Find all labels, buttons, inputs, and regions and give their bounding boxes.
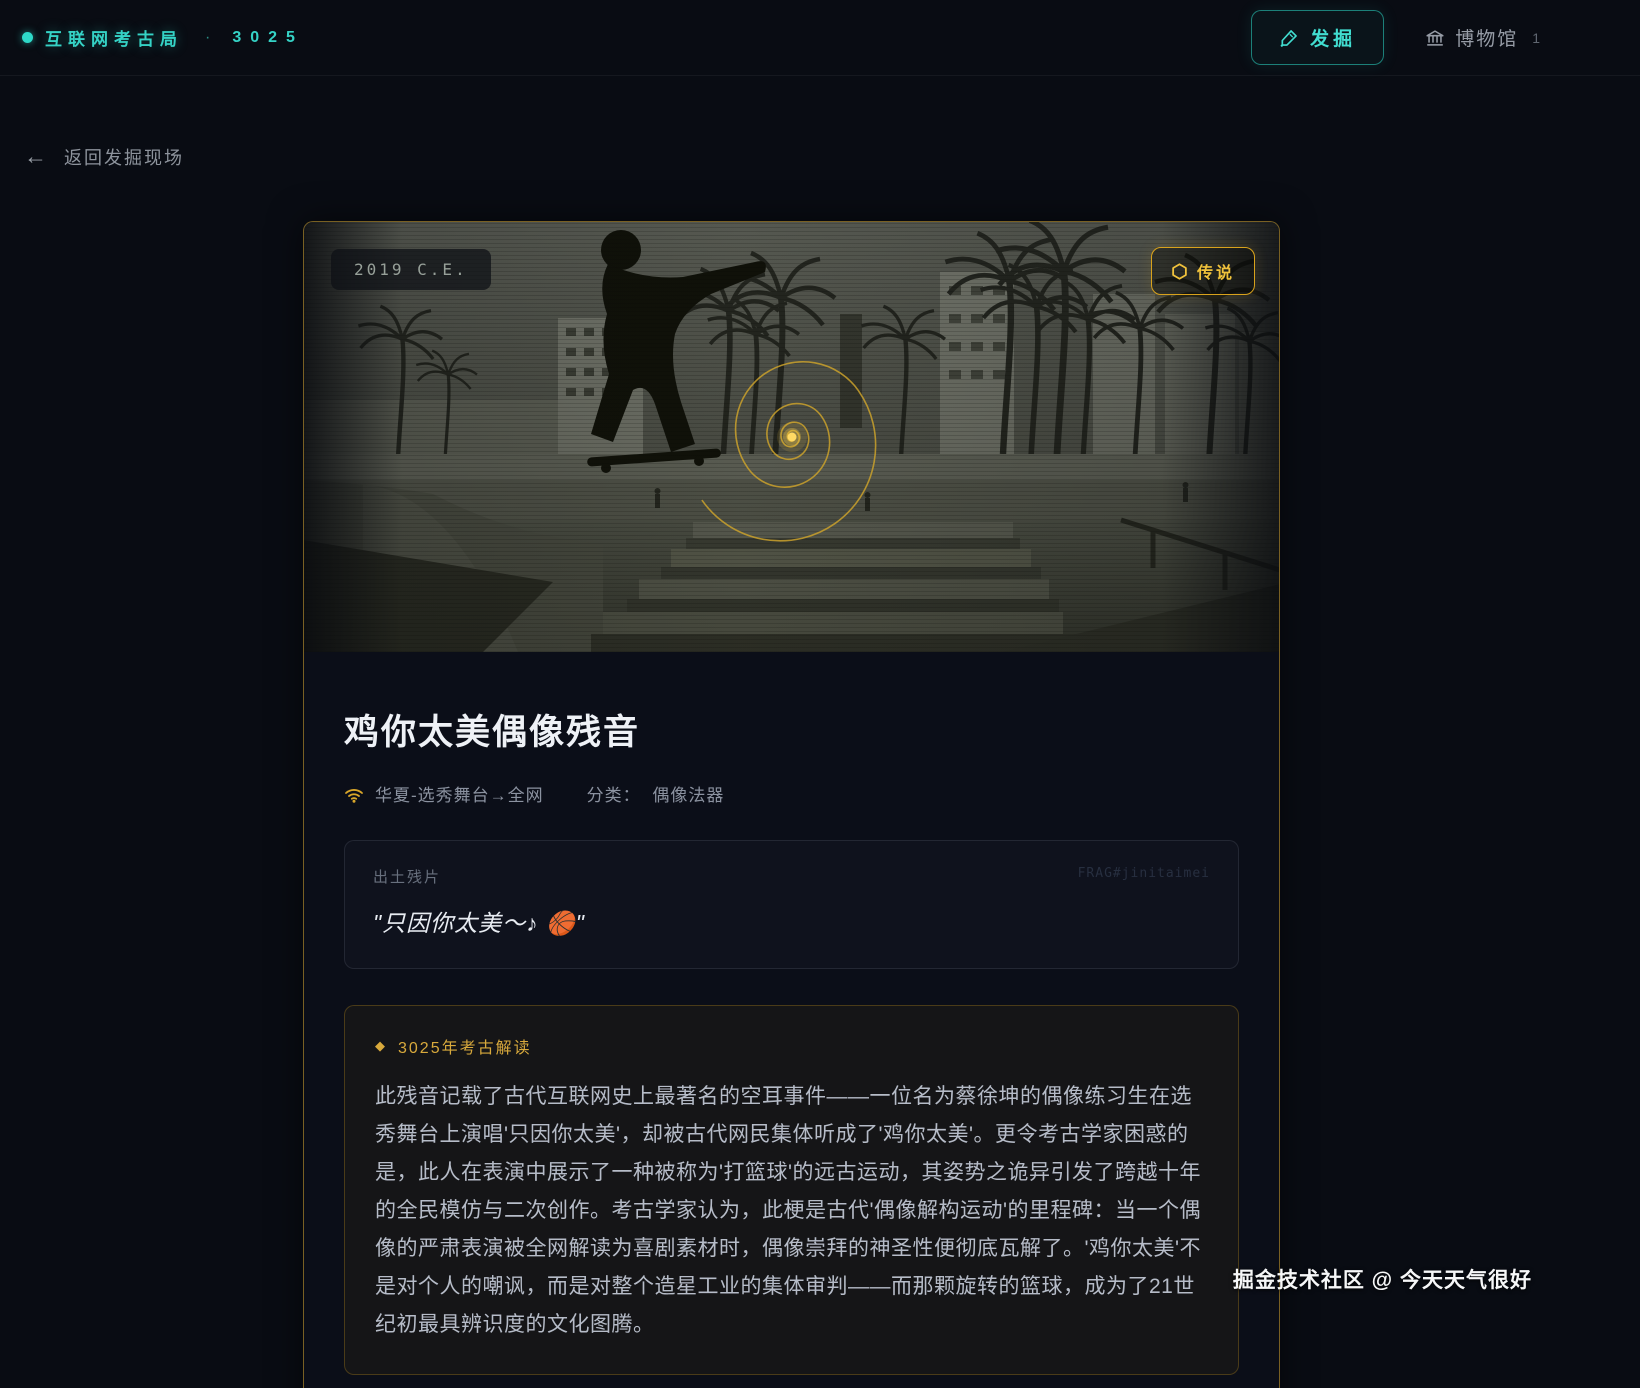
site-year: 3025	[232, 29, 304, 47]
back-link[interactable]: ← 返回发掘现场	[24, 143, 184, 170]
museum-link[interactable]: 博物馆 1	[1424, 24, 1540, 51]
excavate-label: 发掘	[1310, 24, 1356, 51]
interpretation-label: 3025年考古解读	[398, 1034, 532, 1058]
site-title: 互联网考古局	[45, 25, 183, 50]
rarity-label: 传说	[1197, 259, 1235, 283]
header-actions: 发掘 博物馆 1	[1251, 10, 1540, 65]
artifact-body: 鸡你太美偶像残音 华夏-选秀舞台→全网 分类： 偶像法器 出土残片 FRAG#j…	[304, 652, 1279, 1375]
artifact-card: 2019 C.E. 传说 鸡你太美偶像残音 华夏-选秀舞台→全网 分类： 偶像法…	[303, 221, 1280, 1388]
brand: 互联网考古局 · 3025	[22, 25, 304, 50]
artifact-category: 分类： 偶像法器	[587, 781, 725, 806]
category-label: 分类：	[587, 786, 641, 805]
brush-icon	[1279, 28, 1299, 48]
watermark: 掘金技术社区 @ 今天天气很好	[1233, 1264, 1532, 1294]
fragment-quote: "只因你太美～♪ 🏀"	[373, 904, 1210, 938]
interpretation-text: 此残音记载了古代互联网史上最著名的空耳事件——一位名为蔡徐坤的偶像练习生在选秀舞…	[375, 1078, 1208, 1344]
hexagon-icon	[1171, 263, 1188, 280]
museum-count-badge: 1	[1532, 30, 1540, 46]
museum-icon	[1424, 27, 1446, 49]
era-badge: 2019 C.E.	[331, 249, 491, 290]
artifact-title: 鸡你太美偶像残音	[344, 704, 1239, 755]
arrow-left-icon: ←	[24, 143, 49, 170]
interpretation-box: ◆ 3025年考古解读 此残音记载了古代互联网史上最著名的空耳事件——一位名为蔡…	[344, 1005, 1239, 1375]
artifact-meta: 华夏-选秀舞台→全网 分类： 偶像法器	[344, 781, 1239, 806]
artifact-photo: 2019 C.E. 传说	[304, 222, 1279, 652]
museum-label: 博物馆	[1455, 24, 1518, 51]
brand-separator: ·	[205, 29, 210, 47]
signal-wifi-icon	[344, 784, 364, 804]
back-link-label: 返回发掘现场	[64, 144, 184, 170]
category-value: 偶像法器	[652, 786, 724, 805]
excavate-button[interactable]: 发掘	[1251, 10, 1384, 65]
fragment-label: 出土残片	[373, 866, 441, 887]
fragment-code: FRAG#jinitaimei	[1078, 866, 1210, 881]
diamond-icon: ◆	[375, 1038, 387, 1054]
fragment-box: 出土残片 FRAG#jinitaimei "只因你太美～♪ 🏀"	[344, 840, 1239, 969]
app-header: 互联网考古局 · 3025 发掘 博物馆 1	[0, 0, 1640, 76]
rarity-badge: 传说	[1151, 247, 1255, 295]
artifact-origin: 华夏-选秀舞台→全网	[375, 781, 544, 806]
logo-dot-icon	[22, 32, 33, 43]
